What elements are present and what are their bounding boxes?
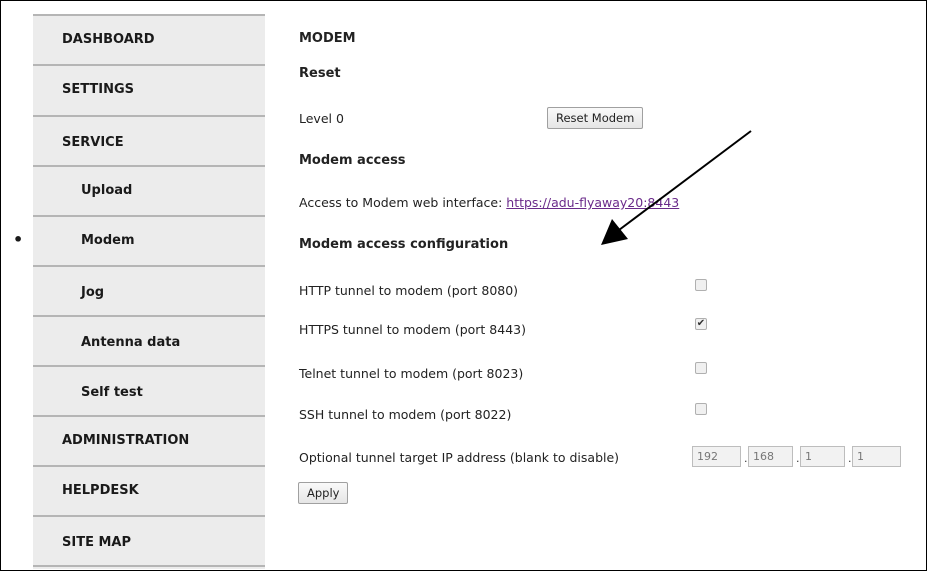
annotation-arrow-icon <box>601 130 752 245</box>
